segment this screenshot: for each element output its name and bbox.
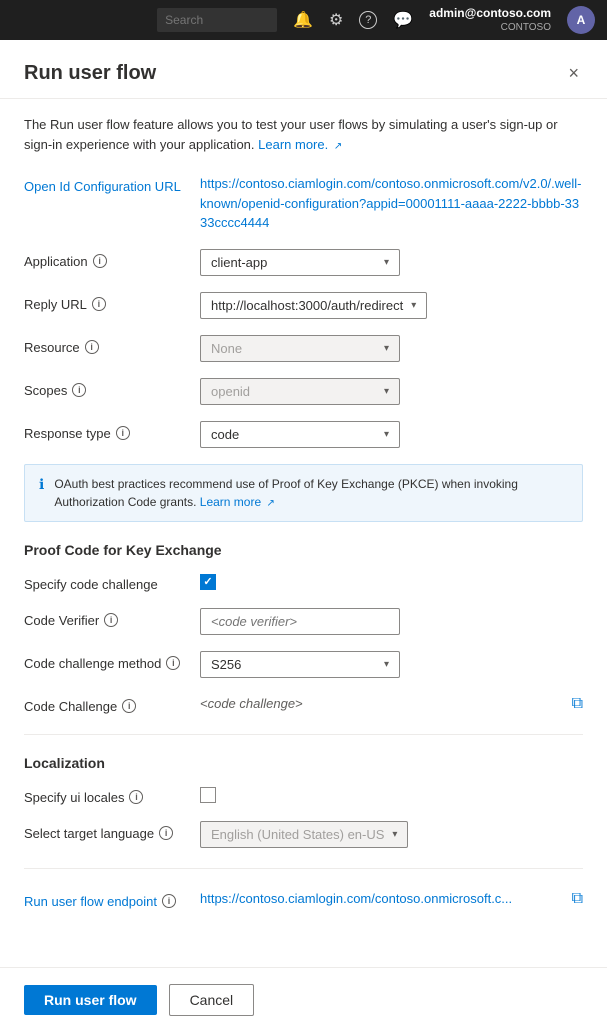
info-banner-icon: ℹ	[39, 476, 44, 493]
run-endpoint-row: Run user flow endpoint i https://contoso…	[24, 889, 583, 909]
resource-info-icon[interactable]: i	[85, 340, 99, 354]
close-button[interactable]: ×	[564, 60, 583, 86]
feedback-icon[interactable]: 💬	[393, 10, 413, 30]
openid-config-url[interactable]: https://contoso.ciamlogin.com/contoso.on…	[200, 174, 583, 233]
code-verifier-info-icon[interactable]: i	[104, 613, 118, 627]
application-row: Application i client-app ▾	[24, 249, 583, 276]
select-target-language-info-icon[interactable]: i	[159, 826, 173, 840]
scopes-dropdown[interactable]: openid ▾	[200, 378, 400, 405]
select-target-language-label: Select target language i	[24, 821, 184, 841]
reply-url-info-icon[interactable]: i	[92, 297, 106, 311]
code-verifier-input[interactable]	[200, 608, 400, 635]
specify-ui-locales-label: Specify ui locales i	[24, 785, 184, 805]
select-target-language-dropdown[interactable]: English (United States) en-US ▾	[200, 821, 408, 848]
bell-icon[interactable]: 🔔	[293, 10, 313, 30]
code-challenge-value: <code challenge>	[200, 696, 564, 711]
specify-code-challenge-row: Specify code challenge	[24, 572, 583, 592]
external-link-icon: ↗	[334, 141, 342, 152]
panel-title: Run user flow	[24, 62, 156, 85]
pkce-info-banner: ℹ OAuth best practices recommend use of …	[24, 464, 583, 522]
copy-endpoint-icon[interactable]: ⧉	[572, 890, 583, 908]
description-text: The Run user flow feature allows you to …	[24, 115, 583, 154]
code-challenge-method-chevron-icon: ▾	[384, 659, 389, 670]
help-icon[interactable]: ?	[359, 11, 377, 29]
copy-code-challenge-icon[interactable]: ⧉	[572, 695, 583, 713]
panel-body: The Run user flow feature allows you to …	[0, 99, 607, 1005]
run-user-flow-panel: Run user flow × The Run user flow featur…	[0, 40, 607, 1032]
code-verifier-label: Code Verifier i	[24, 608, 184, 628]
application-chevron-icon: ▾	[384, 257, 389, 268]
reply-url-chevron-icon: ▾	[411, 300, 416, 311]
topbar-search-input[interactable]	[157, 8, 277, 32]
code-challenge-row: Code Challenge i <code challenge> ⧉	[24, 694, 583, 714]
topbar: 🔔 ⚙ ? 💬 admin@contoso.com CONTOSO A	[0, 0, 607, 40]
response-type-info-icon[interactable]: i	[116, 426, 130, 440]
learn-more-link-banner[interactable]: Learn more ↗	[200, 495, 275, 509]
user-info: admin@contoso.com CONTOSO	[429, 6, 551, 35]
response-type-dropdown[interactable]: code ▾	[200, 421, 400, 448]
resource-row: Resource i None ▾	[24, 335, 583, 362]
run-endpoint-label: Run user flow endpoint i	[24, 889, 184, 909]
code-challenge-method-label: Code challenge method i	[24, 651, 184, 671]
learn-more-link-description[interactable]: Learn more. ↗	[258, 137, 342, 152]
resource-label: Resource i	[24, 335, 184, 355]
gear-icon[interactable]: ⚙	[329, 10, 343, 30]
panel-footer: Run user flow Cancel	[0, 967, 607, 1032]
resource-chevron-icon: ▾	[384, 343, 389, 354]
panel-header: Run user flow ×	[0, 40, 607, 99]
code-verifier-row: Code Verifier i	[24, 608, 583, 635]
resource-dropdown[interactable]: None ▾	[200, 335, 400, 362]
response-type-label: Response type i	[24, 421, 184, 441]
application-label: Application i	[24, 249, 184, 269]
code-challenge-label: Code Challenge i	[24, 694, 184, 714]
localization-section-title: Localization	[24, 755, 583, 771]
reply-url-dropdown[interactable]: http://localhost:3000/auth/redirect ▾	[200, 292, 427, 319]
user-email: admin@contoso.com	[429, 6, 551, 22]
code-challenge-info-icon[interactable]: i	[122, 699, 136, 713]
select-target-language-chevron-icon: ▾	[392, 829, 397, 840]
scopes-row: Scopes i openid ▾	[24, 378, 583, 405]
specify-code-challenge-checkbox[interactable]	[200, 574, 216, 590]
cancel-button[interactable]: Cancel	[169, 984, 255, 1016]
run-endpoint-value[interactable]: https://contoso.ciamlogin.com/contoso.on…	[200, 891, 564, 906]
scopes-label: Scopes i	[24, 378, 184, 398]
openid-config-label: Open Id Configuration URL	[24, 174, 184, 194]
select-target-language-row: Select target language i English (United…	[24, 821, 583, 848]
application-info-icon[interactable]: i	[93, 254, 107, 268]
run-user-flow-button[interactable]: Run user flow	[24, 985, 157, 1015]
user-tenant: CONTOSO	[429, 21, 551, 34]
scopes-chevron-icon: ▾	[384, 386, 389, 397]
specify-ui-locales-info-icon[interactable]: i	[129, 790, 143, 804]
specify-code-challenge-checkbox-wrap	[200, 572, 220, 592]
divider-2	[24, 868, 583, 869]
specify-ui-locales-checkbox[interactable]	[200, 787, 216, 803]
response-type-row: Response type i code ▾	[24, 421, 583, 448]
openid-config-row: Open Id Configuration URL https://contos…	[24, 174, 583, 233]
specify-ui-locales-checkbox-wrap	[200, 785, 220, 805]
application-dropdown[interactable]: client-app ▾	[200, 249, 400, 276]
run-endpoint-info-icon[interactable]: i	[162, 894, 176, 908]
reply-url-row: Reply URL i http://localhost:3000/auth/r…	[24, 292, 583, 319]
avatar[interactable]: A	[567, 6, 595, 34]
response-type-chevron-icon: ▾	[384, 429, 389, 440]
divider	[24, 734, 583, 735]
specify-ui-locales-row: Specify ui locales i	[24, 785, 583, 805]
scopes-info-icon[interactable]: i	[72, 383, 86, 397]
info-banner-text: OAuth best practices recommend use of Pr…	[54, 475, 568, 511]
pkce-section-title: Proof Code for Key Exchange	[24, 542, 583, 558]
code-challenge-method-info-icon[interactable]: i	[166, 656, 180, 670]
code-challenge-method-row: Code challenge method i S256 ▾	[24, 651, 583, 678]
reply-url-label: Reply URL i	[24, 292, 184, 312]
code-challenge-method-dropdown[interactable]: S256 ▾	[200, 651, 400, 678]
specify-code-challenge-label: Specify code challenge	[24, 572, 184, 592]
banner-external-link-icon: ↗	[266, 498, 274, 509]
